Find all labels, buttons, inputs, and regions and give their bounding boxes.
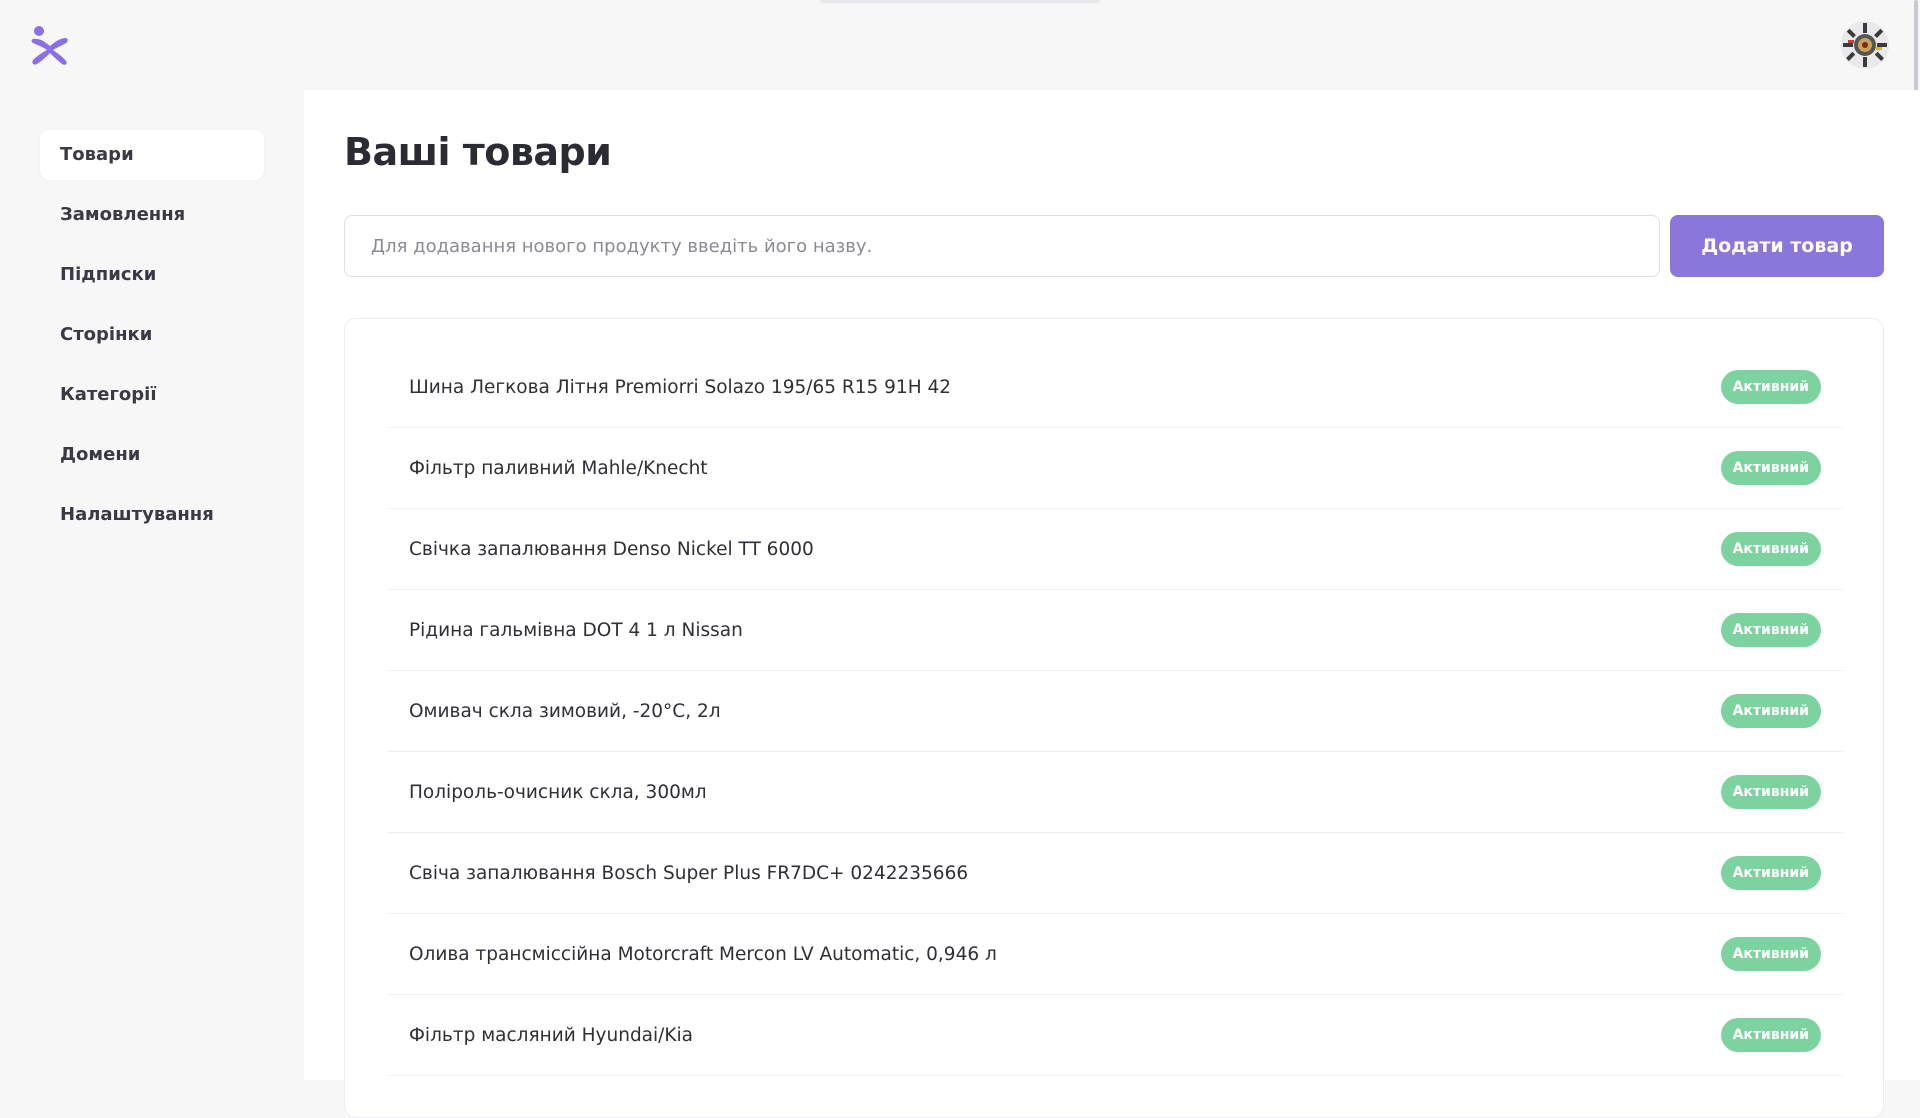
status-badge: Активний [1720, 451, 1821, 485]
main-panel: Ваші товари Додати товар Шина Легкова Лі… [304, 90, 1920, 1118]
product-name: Поліроль-очисник скла, 300мл [409, 781, 707, 803]
page-title: Ваші товари [344, 130, 612, 174]
asterisk-people-logo-icon[interactable] [28, 24, 72, 68]
status-badge: Активний [1720, 532, 1821, 566]
sidebar-item-subscriptions[interactable]: Підписки [40, 250, 264, 300]
status-badge: Активний [1720, 694, 1821, 728]
product-row[interactable]: Фільтр масляний Hyundai/Kia Активний [387, 995, 1843, 1076]
product-name: Омивач скла зимовий, -20°C, 2л [409, 700, 721, 722]
top-tab-indicator [820, 0, 1100, 3]
sidebar-item-pages[interactable]: Сторінки [40, 310, 264, 360]
product-name: Фільтр масляний Hyundai/Kia [409, 1024, 694, 1046]
product-name: Олива трансміссійна Motorcraft Mercon LV… [409, 943, 997, 965]
product-row[interactable]: Свіча запалювання Bosch Super Plus FR7DC… [387, 833, 1843, 914]
status-badge: Активний [1720, 856, 1821, 890]
sidebar-item-categories[interactable]: Категорії [40, 370, 264, 420]
status-badge: Активний [1720, 937, 1821, 971]
user-avatar-icon[interactable] [1840, 20, 1890, 70]
sidebar-nav: Товари Замовлення Підписки Сторінки Кате… [40, 130, 264, 550]
new-product-name-input[interactable] [344, 215, 1660, 277]
status-badge: Активний [1720, 370, 1821, 404]
product-list: Шина Легкова Літня Premiorri Solazo 195/… [387, 347, 1843, 1076]
sidebar-item-orders[interactable]: Замовлення [40, 190, 264, 240]
sidebar-item-domains[interactable]: Домени [40, 430, 264, 480]
product-name: Свіча запалювання Bosch Super Plus FR7DC… [409, 862, 969, 884]
product-name: Рідина гальмівна DOT 4 1 л Nissan [409, 619, 743, 641]
product-row[interactable]: Шина Легкова Літня Premiorri Solazo 195/… [387, 347, 1843, 428]
product-row[interactable]: Свічка запалювання Denso Nickel TT 6000 … [387, 509, 1843, 590]
add-product-button[interactable]: Додати товар [1670, 215, 1884, 277]
product-row[interactable]: Рідина гальмівна DOT 4 1 л Nissan Активн… [387, 590, 1843, 671]
status-badge: Активний [1720, 775, 1821, 809]
product-name: Фільтр паливний Mahle/Knecht [409, 457, 708, 479]
product-name: Свічка запалювання Denso Nickel TT 6000 [409, 538, 814, 560]
status-badge: Активний [1720, 1018, 1821, 1052]
product-row[interactable]: Омивач скла зимовий, -20°C, 2л Активний [387, 671, 1843, 752]
sidebar-item-settings[interactable]: Налаштування [40, 490, 264, 540]
product-list-card: Шина Легкова Літня Premiorri Solazo 195/… [344, 318, 1884, 1118]
top-bar [0, 0, 1920, 90]
product-name: Шина Легкова Літня Premiorri Solazo 195/… [409, 376, 952, 398]
product-row[interactable]: Поліроль-очисник скла, 300мл Активний [387, 752, 1843, 833]
product-row[interactable]: Олива трансміссійна Motorcraft Mercon LV… [387, 914, 1843, 995]
status-badge: Активний [1720, 613, 1821, 647]
sidebar-item-products[interactable]: Товари [40, 130, 264, 180]
product-row[interactable]: Фільтр паливний Mahle/Knecht Активний [387, 428, 1843, 509]
